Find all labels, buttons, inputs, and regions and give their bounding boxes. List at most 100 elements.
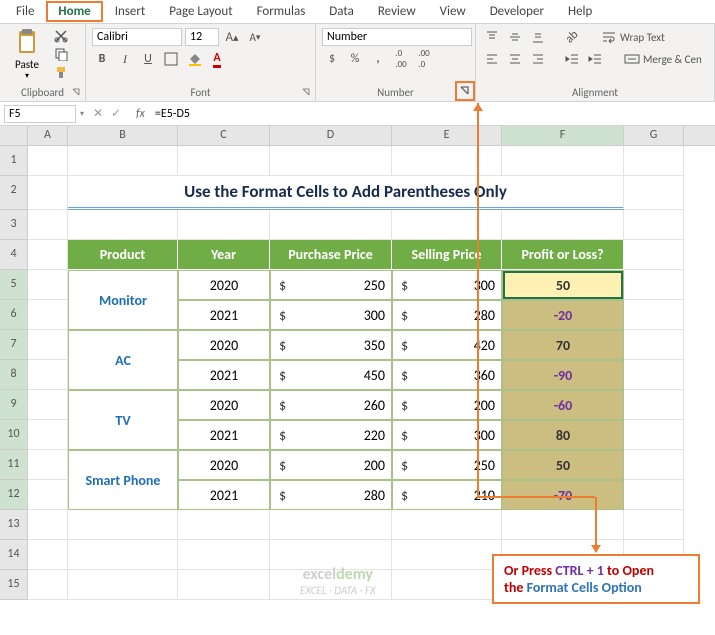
cell-selling[interactable]: 360 (392, 360, 502, 390)
th-purchase[interactable]: Purchase Price (270, 240, 392, 270)
comma-format-button[interactable]: , (368, 50, 388, 68)
cell[interactable] (28, 300, 68, 330)
col-header[interactable]: G (624, 126, 684, 145)
cell[interactable] (624, 176, 684, 210)
cell[interactable] (178, 146, 270, 176)
cell-purchase[interactable]: 200 (270, 450, 392, 480)
wrap-text-button[interactable]: Wrap Text (600, 28, 666, 46)
cell-year[interactable]: 2021 (178, 360, 270, 390)
cell[interactable] (178, 540, 270, 570)
tab-review[interactable]: Review (366, 1, 428, 22)
cell[interactable] (68, 510, 178, 540)
cell-selling[interactable]: 250 (392, 450, 502, 480)
decrease-decimal-button[interactable]: .00.0 (414, 50, 434, 68)
cell-year[interactable]: 2020 (178, 270, 270, 300)
underline-button[interactable]: U (138, 50, 158, 68)
tab-insert[interactable]: Insert (103, 1, 158, 22)
row-header[interactable]: 13 (0, 510, 28, 540)
cell-year[interactable]: 2020 (178, 330, 270, 360)
tab-data[interactable]: Data (317, 1, 366, 22)
col-header[interactable]: D (270, 126, 392, 145)
cell-product[interactable]: Monitor (68, 270, 178, 330)
tab-home[interactable]: Home (46, 1, 102, 22)
cell[interactable] (68, 540, 178, 570)
cell-purchase[interactable]: 280 (270, 480, 392, 510)
cell[interactable] (28, 330, 68, 360)
col-header[interactable]: F (502, 126, 624, 145)
row-header[interactable]: 10 (0, 420, 28, 450)
cell-year[interactable]: 2020 (178, 450, 270, 480)
cell-profit[interactable]: -20 (502, 300, 624, 330)
bold-button[interactable]: B (92, 50, 112, 68)
cell[interactable] (624, 480, 684, 510)
tab-page-layout[interactable]: Page Layout (157, 1, 244, 22)
cell-purchase[interactable]: 220 (270, 420, 392, 450)
cell-profit[interactable]: 80 (502, 420, 624, 450)
cell-profit[interactable]: -90 (502, 360, 624, 390)
tab-view[interactable]: View (428, 1, 478, 22)
row-header[interactable]: 14 (0, 540, 28, 570)
cell[interactable] (392, 540, 502, 570)
paste-button[interactable]: Paste ▾ (6, 28, 48, 81)
align-middle-button[interactable] (505, 28, 525, 46)
cell[interactable] (178, 570, 270, 600)
accept-formula-button[interactable]: ✓ (108, 106, 124, 121)
row-header[interactable]: 15 (0, 570, 28, 600)
row-header[interactable]: 11 (0, 450, 28, 480)
cell-purchase[interactable]: 300 (270, 300, 392, 330)
cell[interactable] (28, 210, 68, 240)
cell-product[interactable]: TV (68, 390, 178, 450)
percent-format-button[interactable]: % (345, 50, 365, 68)
cell[interactable] (178, 210, 270, 240)
cell[interactable] (624, 360, 684, 390)
number-format-launcher[interactable] (455, 81, 475, 101)
select-all-corner[interactable] (0, 126, 28, 145)
th-selling[interactable]: Selling Price (392, 240, 502, 270)
table-title[interactable]: Use the Format Cells to Add Parentheses … (68, 176, 624, 210)
fx-icon[interactable]: fx (130, 107, 151, 121)
cell-purchase[interactable]: 350 (270, 330, 392, 360)
row-header[interactable]: 5 (0, 270, 28, 300)
th-year[interactable]: Year (178, 240, 270, 270)
cell[interactable] (28, 420, 68, 450)
cell[interactable] (624, 330, 684, 360)
cell-profit[interactable]: -70 (502, 480, 624, 510)
row-header[interactable]: 4 (0, 240, 28, 270)
cell[interactable] (270, 146, 392, 176)
cell[interactable] (178, 510, 270, 540)
increase-decimal-button[interactable]: .0.00 (391, 50, 411, 68)
cell[interactable] (392, 570, 502, 600)
row-header[interactable]: 6 (0, 300, 28, 330)
format-painter-button[interactable] (52, 64, 70, 80)
tab-developer[interactable]: Developer (478, 1, 556, 22)
col-header[interactable]: C (178, 126, 270, 145)
cell[interactable] (68, 146, 178, 176)
increase-indent-button[interactable] (585, 50, 605, 68)
cell[interactable] (68, 570, 178, 600)
cell-profit[interactable]: 50 (502, 270, 624, 300)
cell[interactable] (270, 510, 392, 540)
align-left-button[interactable] (482, 50, 502, 68)
cell[interactable] (28, 360, 68, 390)
row-header[interactable]: 7 (0, 330, 28, 360)
cell[interactable] (624, 240, 684, 270)
th-profit[interactable]: Profit or Loss? (502, 240, 624, 270)
align-right-button[interactable] (528, 50, 548, 68)
decrease-font-button[interactable]: A▾ (245, 28, 265, 46)
row-header[interactable]: 3 (0, 210, 28, 240)
row-header[interactable]: 2 (0, 176, 28, 210)
cell[interactable] (502, 210, 624, 240)
align-bottom-button[interactable] (528, 28, 548, 46)
cell[interactable] (624, 146, 684, 176)
cell-purchase[interactable]: 260 (270, 390, 392, 420)
cell-purchase[interactable]: 250 (270, 270, 392, 300)
cell[interactable] (28, 570, 68, 600)
cell-year[interactable]: 2021 (178, 480, 270, 510)
cell[interactable] (624, 510, 684, 540)
clipboard-launcher[interactable] (69, 85, 83, 99)
cell-year[interactable]: 2021 (178, 420, 270, 450)
decrease-indent-button[interactable] (562, 50, 582, 68)
cell[interactable] (68, 210, 178, 240)
cell[interactable] (392, 510, 502, 540)
cell-profit[interactable]: -60 (502, 390, 624, 420)
